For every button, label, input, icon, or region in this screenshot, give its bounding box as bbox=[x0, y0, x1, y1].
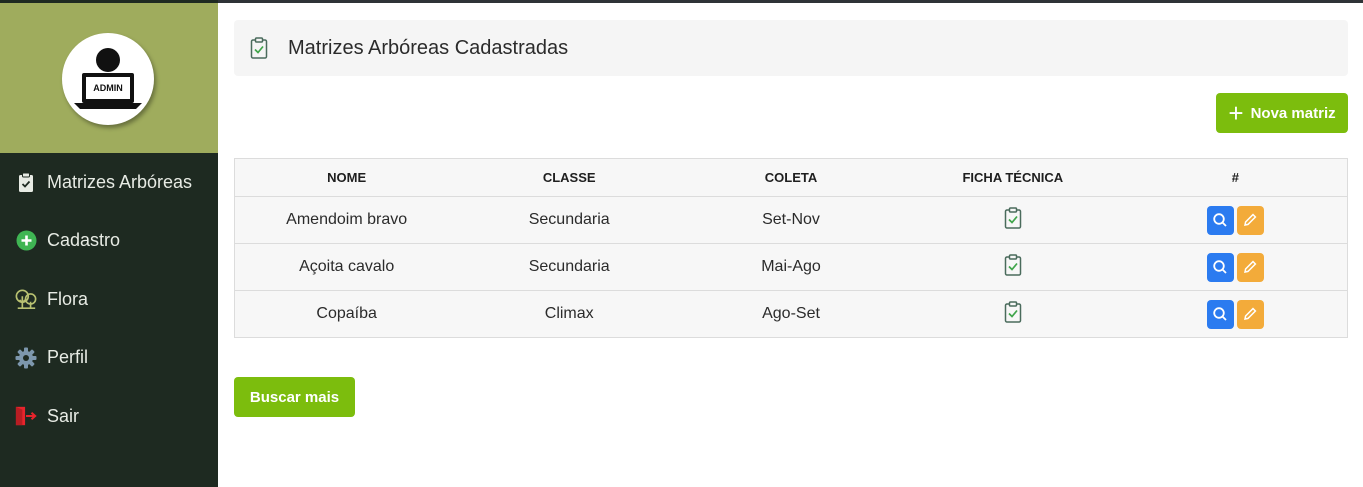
new-matrix-button[interactable]: + Nova matriz bbox=[1216, 93, 1348, 133]
clipboard-check-icon[interactable] bbox=[1004, 253, 1022, 281]
plus-circle-icon bbox=[15, 230, 37, 252]
cell-nome: Copaíba bbox=[234, 290, 459, 338]
sidebar-item-label: Matrizes Arbóreas bbox=[47, 171, 193, 192]
new-matrix-label: Nova matriz bbox=[1250, 104, 1336, 122]
load-more-label: Buscar mais bbox=[249, 388, 340, 406]
clipboard-check-icon[interactable] bbox=[1004, 206, 1022, 234]
page-title: Matrizes Arbóreas Cadastradas bbox=[288, 36, 569, 59]
column-header-coleta[interactable]: COLETA bbox=[680, 158, 902, 197]
view-button[interactable] bbox=[1206, 252, 1234, 282]
row-actions bbox=[1206, 299, 1264, 329]
sidebar-nav: Matrizes Arbóreas Cadastro Flora Perfil … bbox=[0, 153, 218, 446]
clipboard-check-icon[interactable] bbox=[1004, 300, 1022, 328]
pencil-icon bbox=[1244, 213, 1257, 226]
clipboard-check-icon bbox=[250, 36, 270, 60]
table-row: Açoita cavalo Secundaria Mai-Ago bbox=[234, 243, 1348, 291]
pencil-icon bbox=[1244, 307, 1257, 320]
row-actions bbox=[1206, 205, 1264, 235]
cell-coleta: Set-Nov bbox=[680, 196, 902, 244]
gear-icon bbox=[15, 347, 37, 369]
trees-icon bbox=[15, 288, 37, 310]
cell-coleta: Mai-Ago bbox=[680, 243, 902, 291]
matrices-table: NOME CLASSE COLETA FICHA TÉCNICA # Amend… bbox=[234, 158, 1348, 338]
avatar-badge: ADMIN bbox=[93, 83, 123, 93]
page-header: Matrizes Arbóreas Cadastradas bbox=[234, 20, 1348, 76]
cell-ficha bbox=[901, 290, 1124, 338]
cell-nome: Açoita cavalo bbox=[234, 243, 459, 291]
admin-user-icon: ADMIN bbox=[74, 48, 142, 109]
column-header-actions: # bbox=[1123, 158, 1348, 197]
edit-button[interactable] bbox=[1236, 205, 1264, 235]
cell-classe: Secundaria bbox=[458, 243, 681, 291]
cell-ficha bbox=[901, 196, 1124, 244]
pencil-icon bbox=[1244, 260, 1257, 273]
sidebar-item-label: Flora bbox=[47, 288, 89, 309]
column-header-ficha[interactable]: FICHA TÉCNICA bbox=[901, 158, 1124, 197]
avatar[interactable]: ADMIN bbox=[62, 33, 154, 125]
cell-classe: Climax bbox=[458, 290, 681, 338]
edit-button[interactable] bbox=[1236, 299, 1264, 329]
cell-actions bbox=[1123, 196, 1348, 244]
edit-button[interactable] bbox=[1236, 252, 1264, 282]
view-button[interactable] bbox=[1206, 205, 1234, 235]
cell-ficha bbox=[901, 243, 1124, 291]
sidebar-item-matrizes[interactable]: Matrizes Arbóreas bbox=[0, 153, 218, 212]
search-icon bbox=[1213, 307, 1227, 321]
row-actions bbox=[1206, 252, 1264, 282]
clipboard-check-icon bbox=[15, 171, 37, 193]
table-row: Copaíba Climax Ago-Set bbox=[234, 290, 1348, 338]
sidebar-item-label: Perfil bbox=[47, 347, 89, 368]
plus-icon: + bbox=[1228, 98, 1244, 128]
search-icon bbox=[1213, 260, 1227, 274]
sidebar-item-label: Cadastro bbox=[47, 230, 121, 251]
cell-classe: Secundaria bbox=[458, 196, 681, 244]
load-more-button[interactable]: Buscar mais bbox=[234, 377, 355, 417]
column-header-classe[interactable]: CLASSE bbox=[458, 158, 681, 197]
exit-door-icon bbox=[15, 405, 37, 427]
sidebar: ADMIN Matrizes Arbóreas Cadastro Flora P… bbox=[0, 0, 218, 487]
table-header-row: NOME CLASSE COLETA FICHA TÉCNICA # bbox=[234, 158, 1348, 197]
search-icon bbox=[1213, 213, 1227, 227]
main-content: Matrizes Arbóreas Cadastradas + Nova mat… bbox=[234, 0, 1348, 487]
cell-coleta: Ago-Set bbox=[680, 290, 902, 338]
column-header-nome[interactable]: NOME bbox=[234, 158, 459, 197]
cell-nome: Amendoim bravo bbox=[234, 196, 459, 244]
cell-actions bbox=[1123, 290, 1348, 338]
sidebar-item-flora[interactable]: Flora bbox=[0, 270, 218, 329]
view-button[interactable] bbox=[1206, 299, 1234, 329]
sidebar-item-perfil[interactable]: Perfil bbox=[0, 329, 218, 388]
table-row: Amendoim bravo Secundaria Set-Nov bbox=[234, 196, 1348, 244]
sidebar-item-label: Sair bbox=[47, 405, 80, 426]
sidebar-item-sair[interactable]: Sair bbox=[0, 387, 218, 446]
profile-area: ADMIN bbox=[0, 3, 218, 153]
sidebar-item-cadastro[interactable]: Cadastro bbox=[0, 212, 218, 271]
cell-actions bbox=[1123, 243, 1348, 291]
